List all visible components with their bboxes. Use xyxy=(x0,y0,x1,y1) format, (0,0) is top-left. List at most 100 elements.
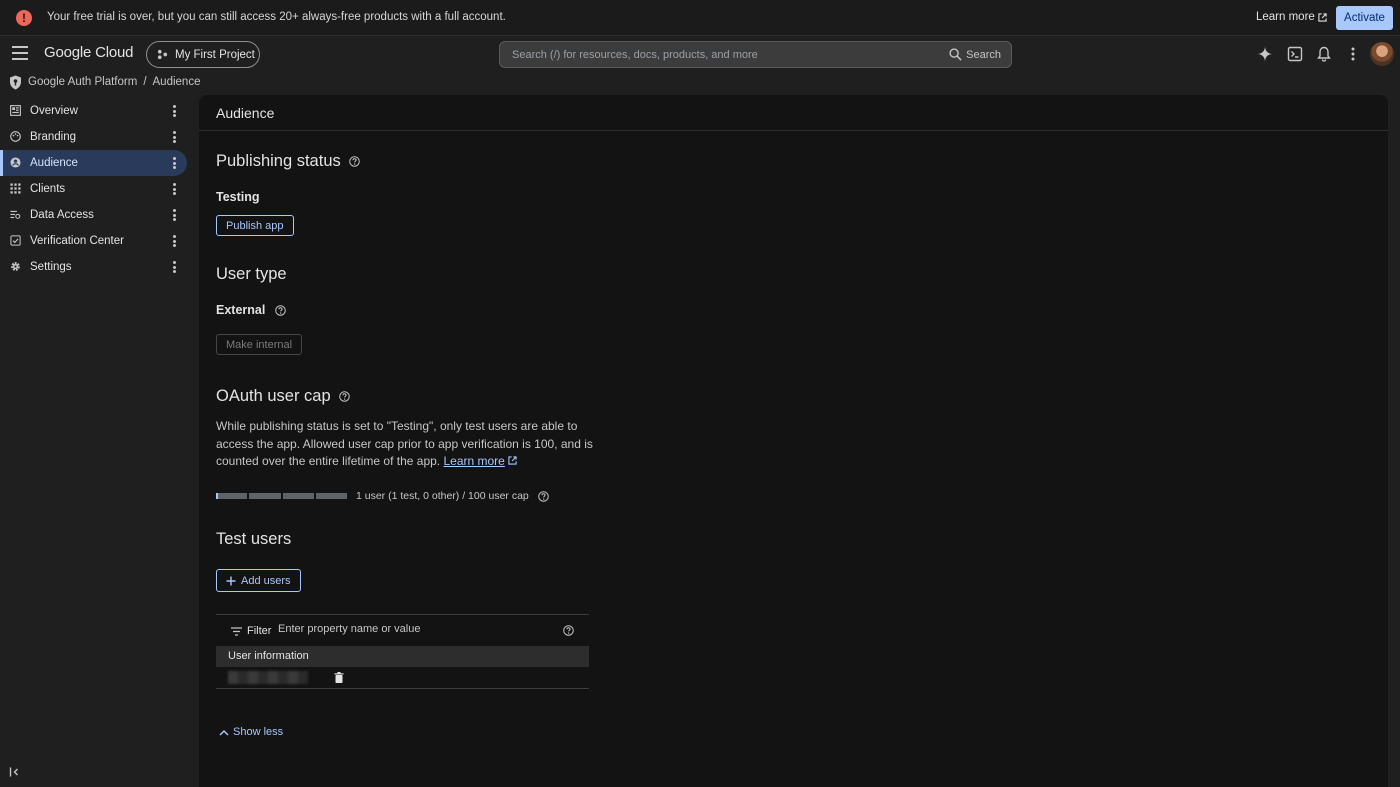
user-cap-text: 1 user (1 test, 0 other) / 100 user cap xyxy=(356,490,529,502)
google-cloud-logo[interactable]: Google Cloud xyxy=(44,44,134,61)
sidebar-item-label: Audience xyxy=(30,157,78,169)
make-internal-button[interactable]: Make internal xyxy=(216,334,303,355)
data-access-icon xyxy=(10,210,21,219)
breadcrumb: Google Auth Platform / Audience xyxy=(9,74,200,90)
breadcrumb-current: Audience xyxy=(152,76,201,88)
verification-icon xyxy=(10,235,21,246)
filter-label: Filter xyxy=(247,625,272,637)
publish-app-button[interactable]: Publish app xyxy=(216,215,294,236)
breadcrumb-separator: / xyxy=(143,76,147,88)
shield-icon xyxy=(10,75,21,89)
add-users-button[interactable]: Add users xyxy=(216,569,301,592)
column-header-user-information[interactable]: User information xyxy=(216,646,589,667)
search-button-label: Search xyxy=(966,48,1001,61)
user-cap-progress-bar xyxy=(216,493,347,499)
kebab-menu-icon[interactable] xyxy=(172,209,176,221)
redacted-user-email xyxy=(228,671,308,684)
filter-input[interactable] xyxy=(278,623,538,635)
table-row xyxy=(216,667,589,689)
user-type-heading: User type xyxy=(216,265,287,283)
search-input[interactable] xyxy=(512,48,932,61)
collapse-sidebar-icon[interactable] xyxy=(9,766,21,778)
account-circle-icon xyxy=(10,157,21,168)
kebab-menu-icon[interactable] xyxy=(172,131,176,143)
filter-button[interactable]: Filter xyxy=(231,625,271,637)
oauth-learn-more-link[interactable]: Learn more xyxy=(443,454,504,468)
sidebar-item-verification-center[interactable]: Verification Center xyxy=(0,228,187,254)
sidebar-item-label: Settings xyxy=(30,261,72,273)
oauth-user-cap-title: OAuth user cap xyxy=(216,387,331,405)
sidebar-item-label: Clients xyxy=(30,183,66,195)
sidebar-item-audience[interactable]: Audience xyxy=(0,150,187,176)
banner-message: Your free trial is over, but you can sti… xyxy=(47,11,506,23)
test-users-heading: Test users xyxy=(216,530,292,548)
publishing-status-title: Publishing status xyxy=(216,152,341,170)
publishing-status-value: Testing xyxy=(216,190,260,204)
user-cap-progress-fill xyxy=(216,493,218,499)
alert-icon: ! xyxy=(16,10,32,26)
sidebar-item-data-access[interactable]: Data Access xyxy=(0,202,187,228)
kebab-menu-icon[interactable] xyxy=(172,105,176,117)
table-filter-bar: Filter xyxy=(216,614,589,646)
oauth-user-cap-heading: OAuth user cap xyxy=(216,387,350,406)
search-icon xyxy=(949,48,962,61)
help-icon[interactable] xyxy=(338,391,350,402)
help-icon[interactable] xyxy=(563,625,574,636)
kebab-menu-icon[interactable] xyxy=(172,183,176,195)
cloud-shell-icon[interactable] xyxy=(1287,46,1303,62)
publishing-status-heading: Publishing status xyxy=(216,152,360,171)
main-content: Audience Publishing status Testing Publi… xyxy=(199,95,1388,787)
project-icon xyxy=(157,49,168,60)
gemini-sparkle-icon[interactable] xyxy=(1257,46,1273,62)
palette-icon xyxy=(10,131,21,142)
page-title: Audience xyxy=(199,95,1388,131)
add-users-label: Add users xyxy=(241,574,291,587)
search-button[interactable]: Search xyxy=(949,48,1001,61)
sidebar-item-label: Data Access xyxy=(30,209,94,221)
sidebar: Overview Branding Audience Clients Data … xyxy=(0,98,198,787)
oauth-learn-more-label: Learn more xyxy=(443,454,505,469)
trial-banner: ! Your free trial is over, but you can s… xyxy=(0,0,1400,36)
user-type-row: External xyxy=(216,303,287,317)
oauth-cap-description: While publishing status is set to "Testi… xyxy=(216,418,596,471)
kebab-menu-icon[interactable] xyxy=(172,261,176,273)
user-type-value: External xyxy=(216,303,266,317)
sidebar-item-label: Branding xyxy=(30,131,77,143)
banner-learn-more-link[interactable]: Learn more xyxy=(1256,11,1327,23)
project-picker-button[interactable]: My First Project xyxy=(146,41,260,68)
help-icon[interactable] xyxy=(348,156,360,167)
oauth-cap-description-text: While publishing status is set to "Testi… xyxy=(216,419,593,469)
project-name: My First Project xyxy=(175,48,255,61)
show-less-link[interactable]: Show less xyxy=(219,726,283,738)
breadcrumb-product[interactable]: Google Auth Platform xyxy=(28,76,137,88)
sidebar-item-settings[interactable]: Settings xyxy=(0,254,187,280)
chevron-up-icon xyxy=(219,729,229,736)
sidebar-item-clients[interactable]: Clients xyxy=(0,176,187,202)
grid-icon xyxy=(10,183,21,194)
search-bar[interactable]: Search xyxy=(499,41,1012,68)
menu-icon[interactable] xyxy=(12,46,28,60)
account-avatar[interactable] xyxy=(1370,42,1394,66)
test-users-table: Filter User information xyxy=(216,614,589,689)
user-cap-summary: 1 user (1 test, 0 other) / 100 user cap xyxy=(356,490,549,502)
notifications-bell-icon[interactable] xyxy=(1316,46,1332,62)
sidebar-item-label: Verification Center xyxy=(30,235,124,247)
sidebar-item-branding[interactable]: Branding xyxy=(0,124,187,150)
external-link-icon xyxy=(508,456,517,466)
help-icon[interactable] xyxy=(537,490,549,502)
trash-icon[interactable] xyxy=(334,672,344,683)
gear-icon xyxy=(11,262,20,271)
kebab-menu-icon[interactable] xyxy=(172,235,176,247)
activate-button[interactable]: Activate xyxy=(1336,6,1393,30)
external-link-icon xyxy=(1318,12,1327,22)
help-icon[interactable] xyxy=(275,304,287,316)
more-options-icon[interactable] xyxy=(1345,46,1361,62)
show-less-label: Show less xyxy=(233,726,284,738)
filter-icon xyxy=(231,626,242,636)
plus-icon xyxy=(226,576,236,585)
sidebar-item-overview[interactable]: Overview xyxy=(0,98,187,124)
sidebar-item-label: Overview xyxy=(30,105,78,117)
dashboard-icon xyxy=(10,105,21,116)
kebab-menu-icon[interactable] xyxy=(172,157,176,169)
learn-more-label: Learn more xyxy=(1256,11,1315,23)
